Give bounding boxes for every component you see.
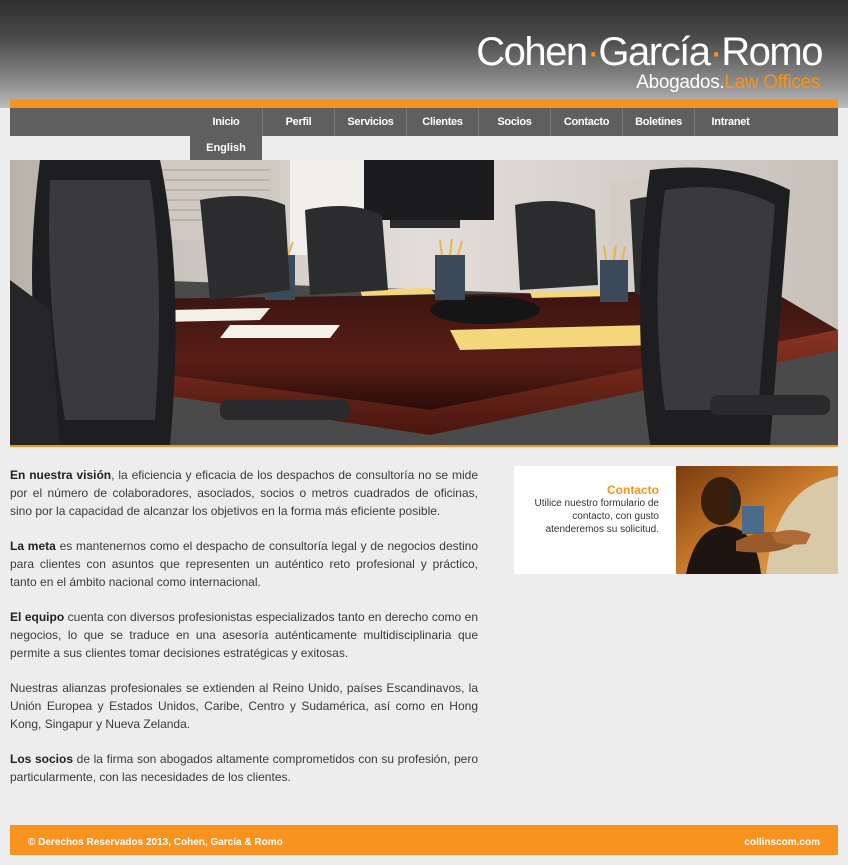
- paragraph-socios-lead: Los socios: [10, 752, 73, 766]
- contact-handshake-photo: [676, 466, 838, 574]
- nav-item-contacto[interactable]: Contacto: [550, 108, 622, 136]
- site-footer: © Derechos Reservados 2013, Cohen, Garcí…: [10, 825, 838, 855]
- paragraph-meta-text: es mantenernos como el despacho de consu…: [10, 539, 478, 589]
- nav-item-inicio[interactable]: Inicio: [190, 108, 262, 136]
- contact-promo-box[interactable]: Contacto Utilice nuestro formulario de c…: [514, 466, 838, 574]
- main-content: En nuestra visión, la eficiencia y efica…: [10, 466, 478, 803]
- footer-copyright: © Derechos Reservados 2013, Cohen, Garcí…: [28, 837, 283, 848]
- paragraph-socios-text: de la firma son abogados altamente compr…: [10, 752, 478, 784]
- logo-firm-name[interactable]: Cohen·García·Romo: [476, 30, 823, 75]
- contact-promo-line2: contacto, con gusto: [572, 511, 659, 522]
- paragraph-equipo-lead: El equipo: [10, 610, 65, 624]
- paragraph-meta-lead: La meta: [10, 539, 56, 553]
- logo-tagline-law-offices: Law Offices: [724, 72, 820, 93]
- footer-credit-link[interactable]: collinscom.com: [744, 825, 820, 861]
- paragraph-equipo: El equipo cuenta con diversos profesioni…: [10, 608, 478, 662]
- logo-dot: ·: [586, 30, 600, 74]
- nav-item-socios[interactable]: Socios: [478, 108, 550, 136]
- paragraph-alianzas: Nuestras alianzas profesionales se extie…: [10, 681, 478, 731]
- site-header: Cohen·García·Romo Abogados.Law Offices: [0, 0, 848, 108]
- nav-item-boletines[interactable]: Boletines: [622, 108, 694, 136]
- logo-dot: ·: [709, 30, 722, 74]
- logo-name-romo: Romo: [721, 30, 823, 74]
- hero-accent-line: [10, 445, 838, 447]
- header-accent-bar: [10, 99, 838, 108]
- contact-promo-title[interactable]: Contacto: [514, 483, 659, 497]
- hero-image-conference-room: [10, 160, 838, 445]
- contact-promo-line1: Utilice nuestro formulario de: [534, 498, 660, 509]
- nav-item-servicios[interactable]: Servicios: [334, 108, 406, 136]
- paragraph-socios: Los socios de la firma son abogados alta…: [10, 750, 478, 786]
- contact-promo-line3: atenderemos su solicitud.: [545, 524, 659, 535]
- handshake-illustration: [676, 466, 838, 574]
- paragraph-vision: En nuestra visión, la eficiencia y efica…: [10, 466, 478, 520]
- nav-item-english[interactable]: English: [190, 136, 262, 160]
- nav-item-intranet[interactable]: Intranet: [694, 108, 766, 136]
- nav-item-perfil[interactable]: Perfil: [262, 108, 334, 136]
- conference-room-illustration: [10, 160, 838, 445]
- nav-item-clientes[interactable]: Clientes: [406, 108, 478, 136]
- paragraph-equipo-text: cuenta con diversos profesionistas espec…: [10, 610, 479, 660]
- paragraph-meta: La meta es mantenernos como el despacho …: [10, 537, 478, 591]
- logo-tagline-abogados: Abogados.: [636, 72, 725, 93]
- contact-promo-text: Contacto Utilice nuestro formulario de c…: [514, 483, 660, 536]
- logo-name-cohen: Cohen: [476, 30, 588, 74]
- paragraph-vision-lead: En nuestra visión: [10, 468, 112, 482]
- logo-tagline: Abogados.Law Offices: [636, 72, 820, 94]
- logo-name-garcia: García: [598, 30, 711, 74]
